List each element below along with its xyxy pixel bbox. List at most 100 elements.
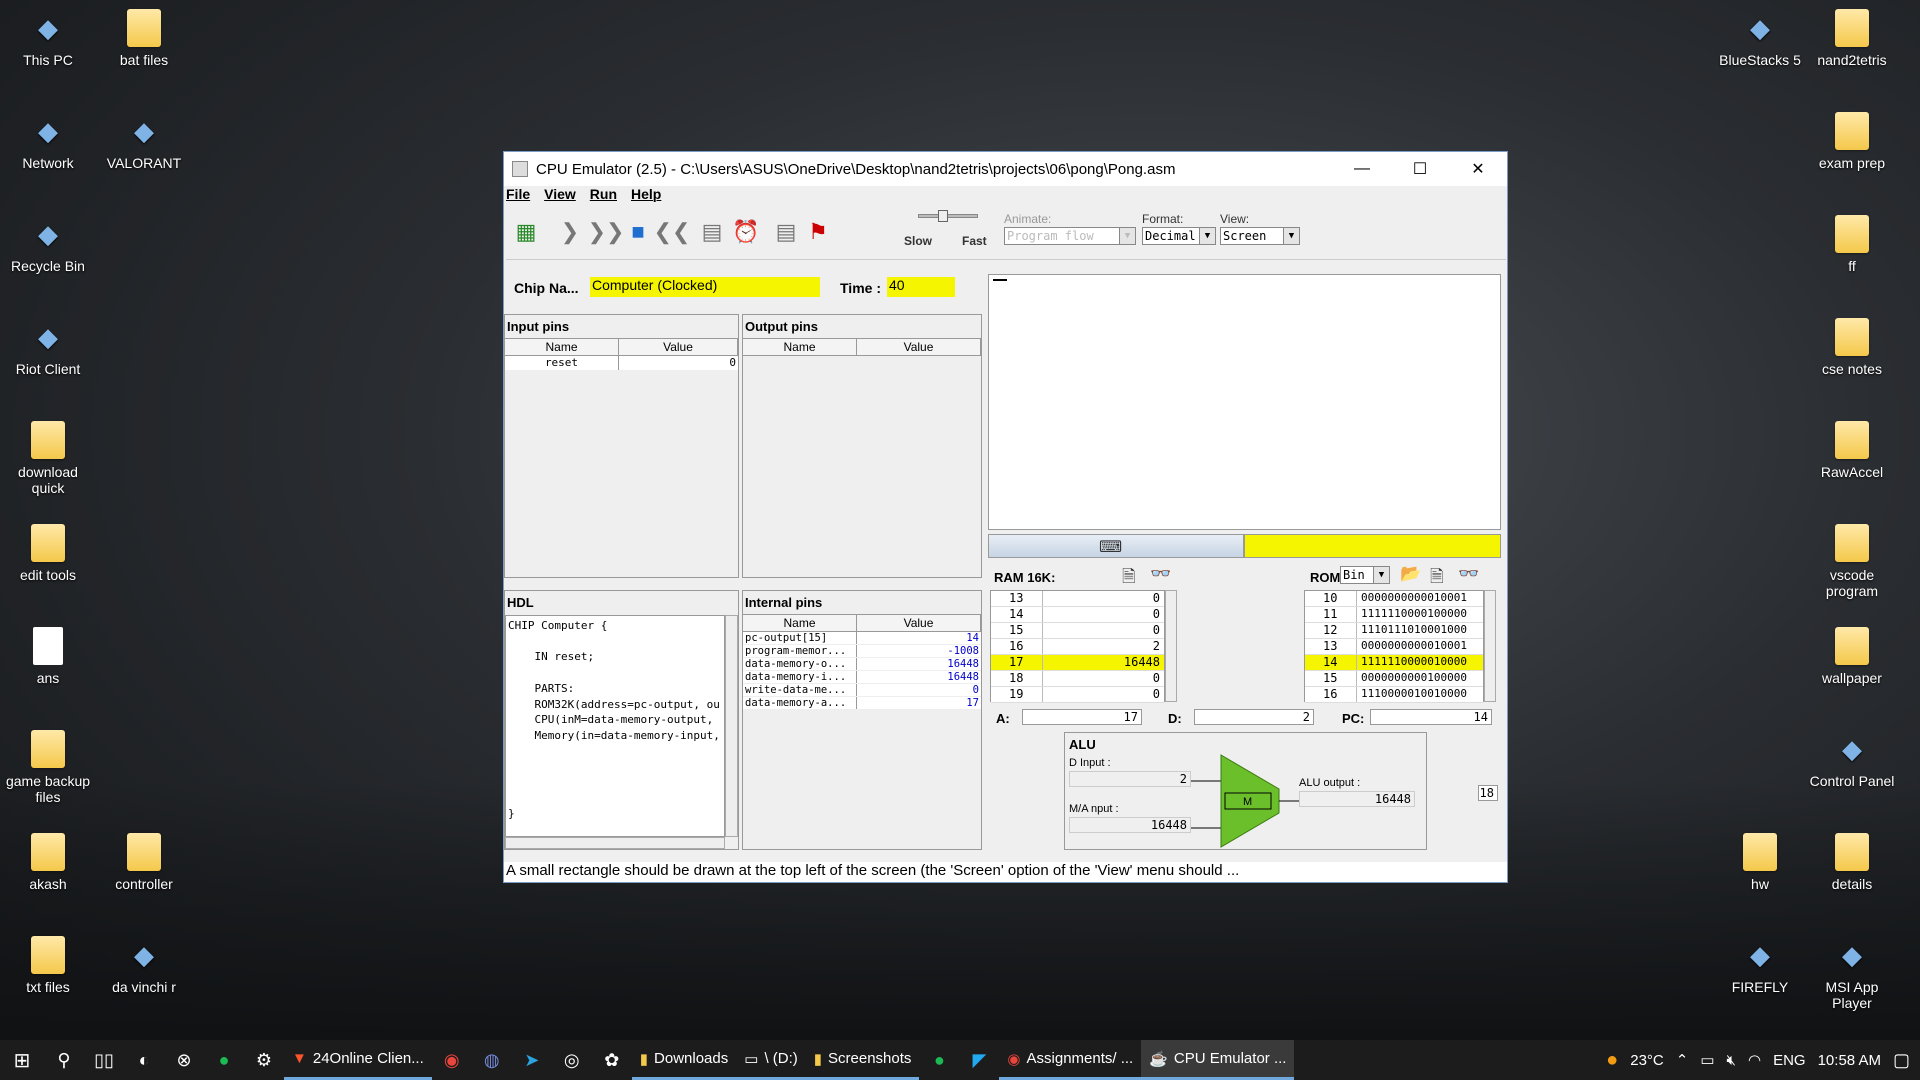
ram-value[interactable]: 0: [1043, 671, 1164, 686]
internal-pin-row[interactable]: write-data-me... 0: [743, 684, 981, 697]
ram-value[interactable]: 2: [1043, 639, 1164, 654]
ram-value[interactable]: 0: [1043, 607, 1164, 622]
telegram-icon[interactable]: ➤: [512, 1040, 552, 1080]
steam-icon[interactable]: ⚙: [244, 1040, 284, 1080]
menu-view[interactable]: View: [544, 186, 576, 206]
rom-row[interactable]: 12 1110111010001000: [1305, 623, 1483, 639]
ram-row[interactable]: 18 0: [991, 671, 1164, 687]
notifications-icon[interactable]: ▢: [1893, 1050, 1910, 1071]
ram-row[interactable]: 14 0: [991, 607, 1164, 623]
desktop-icon-left-10[interactable]: akash: [0, 832, 96, 892]
rom-value[interactable]: 1110111010001000: [1357, 623, 1483, 638]
rom-row[interactable]: 15 0000000000100000: [1305, 671, 1483, 687]
xbox-icon[interactable]: ⊗: [164, 1040, 204, 1080]
desktop-icon-right-0[interactable]: ◆ BlueStacks 5: [1712, 8, 1808, 68]
speed-slider[interactable]: [918, 214, 978, 218]
desktop-icon-left-12[interactable]: txt files: [0, 935, 96, 995]
view-select[interactable]: Screen ▼: [1220, 227, 1300, 245]
script-icon[interactable]: ▤: [696, 216, 728, 248]
rom-value[interactable]: 1111110000010000: [1357, 655, 1483, 670]
ram-row[interactable]: 19 0: [991, 687, 1164, 703]
desktop-icon-right-4[interactable]: cse notes: [1804, 317, 1900, 377]
desktop-icon-right-6[interactable]: vscode program: [1804, 523, 1900, 599]
rom-value[interactable]: 0000000000100000: [1357, 671, 1483, 686]
rom-load-folder-icon[interactable]: 📂: [1400, 564, 1421, 584]
pinned-icon-2[interactable]: ✿: [592, 1040, 632, 1080]
desktop-icon-right-10[interactable]: details: [1804, 832, 1900, 892]
weather-temp[interactable]: 23°C: [1630, 1052, 1664, 1069]
desktop-icon-right-5[interactable]: RawAccel: [1804, 420, 1900, 480]
hdl-horizontal-scrollbar[interactable]: [505, 837, 725, 849]
taskbar-app-downloads[interactable]: ▮ Downloads: [631, 1040, 737, 1080]
chrome-icon[interactable]: ◉: [432, 1040, 472, 1080]
desktop-icon-left-7[interactable]: edit tools: [0, 523, 96, 583]
animate-select[interactable]: Program flow ▼: [1004, 227, 1136, 245]
pin-value[interactable]: 0: [619, 356, 738, 370]
rom-format-select[interactable]: Bin ▼: [1340, 566, 1390, 584]
ram-scrollbar[interactable]: [1165, 590, 1177, 702]
desktop-icon-left-13[interactable]: ◆ da vinchi r: [96, 935, 192, 995]
rom-row[interactable]: 11 1111110000100000: [1305, 607, 1483, 623]
desktop-icon-left-6[interactable]: download quick: [0, 420, 96, 496]
a-register-value[interactable]: 17: [1022, 709, 1142, 725]
ram-value[interactable]: 0: [1043, 623, 1164, 638]
volume-muted-icon[interactable]: 🔇︎: [1727, 1052, 1736, 1069]
breakpoints-clock-icon[interactable]: ⏰: [730, 216, 762, 248]
ram-value[interactable]: 0: [1043, 687, 1164, 702]
menu-file[interactable]: File: [506, 186, 530, 206]
ram-row[interactable]: 16 2: [991, 639, 1164, 655]
close-button[interactable]: ✕: [1449, 152, 1507, 186]
format-select[interactable]: Decimal ▼: [1142, 227, 1216, 245]
taskbar-app-assignments[interactable]: ◉ Assignments/ ...: [999, 1040, 1142, 1080]
discord-icon[interactable]: ◍: [472, 1040, 512, 1080]
breakpoint-flag-icon[interactable]: ⚑: [802, 216, 834, 248]
load-script-icon[interactable]: ▤: [770, 216, 802, 248]
desktop-icon-right-1[interactable]: nand2tetris: [1804, 8, 1900, 68]
internal-pin-row[interactable]: pc-output[15] 14: [743, 632, 981, 645]
desktop-icon-right-2[interactable]: exam prep: [1804, 111, 1900, 171]
taskbar-app-drive-d[interactable]: ▭ \ (D:): [736, 1040, 806, 1080]
rom-row[interactable]: 14 1111110000010000: [1305, 655, 1483, 671]
desktop-icon-right-9[interactable]: hw: [1712, 832, 1808, 892]
pc-register-value[interactable]: 14: [1370, 709, 1492, 725]
rom-row[interactable]: 10 0000000000010001: [1305, 591, 1483, 607]
menu-run[interactable]: Run: [590, 186, 617, 206]
rom-row[interactable]: 13 0000000000010001: [1305, 639, 1483, 655]
chevron-up-icon[interactable]: ⌃: [1676, 1051, 1689, 1069]
search-icon[interactable]: ⚲: [44, 1040, 84, 1080]
ram-value[interactable]: 0: [1043, 591, 1164, 606]
spotify-icon[interactable]: ●: [204, 1040, 244, 1080]
desktop-icon-left-8[interactable]: ans: [0, 626, 96, 686]
internal-pin-row[interactable]: data-memory-i... 16448: [743, 671, 981, 684]
rom-scrollbar[interactable]: [1484, 590, 1496, 702]
rom-value[interactable]: 1110000010010000: [1357, 687, 1483, 702]
wifi-icon[interactable]: ◠: [1748, 1051, 1761, 1069]
internal-pin-row[interactable]: program-memor... -1008: [743, 645, 981, 658]
rom-value[interactable]: 1111110000100000: [1357, 607, 1483, 622]
desktop-icon-right-3[interactable]: ff: [1804, 214, 1900, 274]
desktop-icon-left-9[interactable]: game backup files: [0, 729, 96, 805]
load-program-icon[interactable]: ▦: [510, 216, 542, 248]
internal-pin-row[interactable]: data-memory-a... 17: [743, 697, 981, 710]
ram-search-icon[interactable]: 👓: [1150, 564, 1171, 584]
desktop-icon-left-5[interactable]: ◆ Riot Client: [0, 317, 96, 377]
battery-icon[interactable]: ▭: [1700, 1051, 1714, 1069]
desktop-icon-left-11[interactable]: controller: [96, 832, 192, 892]
internal-pin-row[interactable]: data-memory-o... 16448: [743, 658, 981, 671]
task-view-icon[interactable]: ▯▯: [84, 1040, 124, 1080]
maximize-button[interactable]: ☐: [1391, 152, 1449, 186]
single-step-icon[interactable]: ❯: [554, 216, 586, 248]
ram-value[interactable]: 16448: [1043, 655, 1164, 670]
minimize-button[interactable]: —: [1333, 152, 1391, 186]
taskbar-app-screenshots[interactable]: ▮ Screenshots: [805, 1040, 920, 1080]
input-pin-row[interactable]: reset 0: [505, 356, 738, 370]
desktop-icon-right-11[interactable]: ◆ FIREFLY: [1712, 935, 1808, 995]
rom-value[interactable]: 0000000000010001: [1357, 639, 1483, 654]
weather-icon[interactable]: ●: [1606, 1049, 1618, 1072]
rom-clear-icon[interactable]: 🗎: [1430, 564, 1444, 593]
d-register-value[interactable]: 2: [1194, 709, 1314, 725]
desktop-icon-right-7[interactable]: wallpaper: [1804, 626, 1900, 686]
pinned-app-icon[interactable]: ◐: [124, 1040, 164, 1080]
ram-row[interactable]: 13 0: [991, 591, 1164, 607]
ram-row[interactable]: 15 0: [991, 623, 1164, 639]
